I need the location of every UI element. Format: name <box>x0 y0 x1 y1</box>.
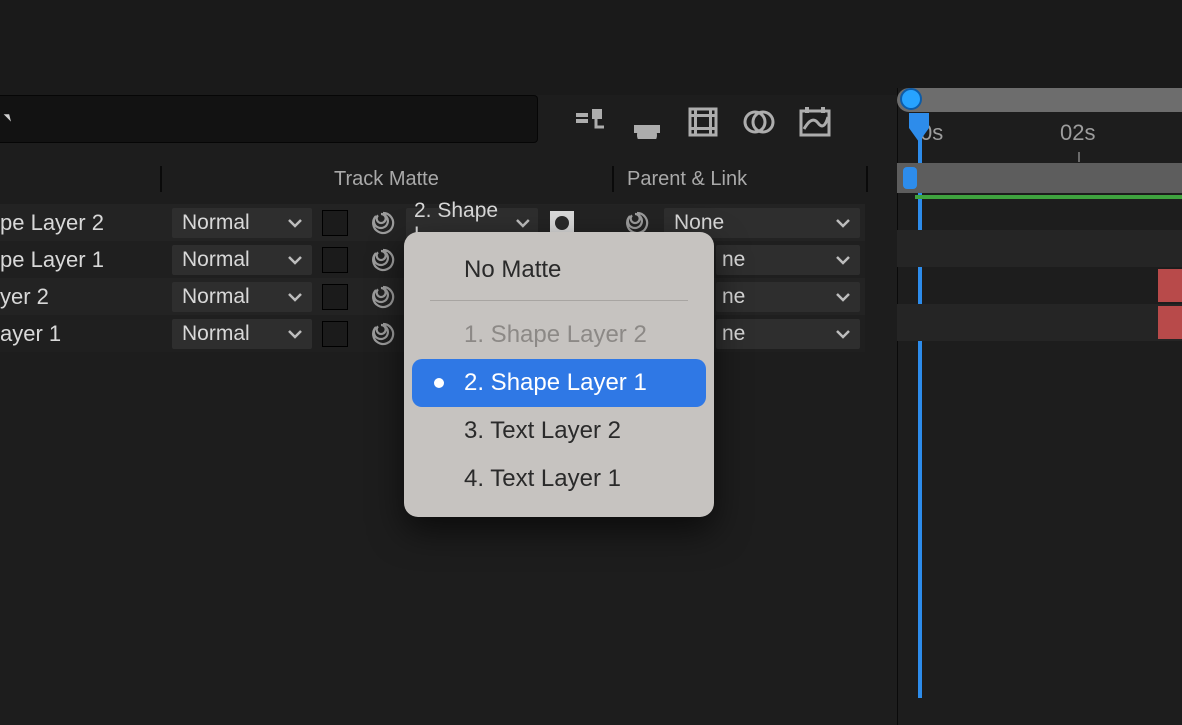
parent-value: None <box>674 211 724 235</box>
chevron-down-icon <box>834 214 852 232</box>
work-area-bar[interactable] <box>897 163 1182 193</box>
matte-option[interactable]: 4. Text Layer 1 <box>412 455 706 503</box>
column-header-trackmatte: Track Matte <box>334 168 439 191</box>
matte-toggle-box[interactable] <box>322 210 348 236</box>
blend-mode-dropdown[interactable]: Normal <box>172 208 312 238</box>
ruler-tick-label: 02s <box>1060 120 1095 146</box>
layer-bar[interactable] <box>897 304 1182 341</box>
blend-mode-value: Normal <box>182 248 250 272</box>
layer-bar[interactable] <box>897 267 1182 304</box>
parent-link-dropdown[interactable]: ne <box>716 245 860 275</box>
adjustment-icon[interactable] <box>742 105 776 139</box>
matte-option-none[interactable]: No Matte <box>412 246 706 294</box>
work-area-handle[interactable] <box>903 167 917 189</box>
matte-option-label: No Matte <box>464 256 561 284</box>
parent-value: ne <box>722 322 745 346</box>
column-header-parent: Parent & Link <box>627 168 747 191</box>
blend-mode-value: Normal <box>182 211 250 235</box>
chevron-down-icon <box>834 325 852 343</box>
matte-option-label: 3. Text Layer 2 <box>464 417 621 445</box>
work-area-bar-top[interactable] <box>897 88 1182 112</box>
frame-blend-icon[interactable] <box>630 105 664 139</box>
timeline-layer-bars <box>897 193 1182 341</box>
layer-search-input[interactable] <box>0 95 538 143</box>
matte-option-label: 4. Text Layer 1 <box>464 465 621 493</box>
blend-mode-dropdown[interactable]: Normal <box>172 319 312 349</box>
chevron-down-icon <box>286 325 304 343</box>
pickwhip-icon[interactable] <box>370 210 396 236</box>
parent-link-dropdown[interactable]: ne <box>716 319 860 349</box>
chevron-down-icon <box>286 214 304 232</box>
chevron-down-icon <box>286 288 304 306</box>
timeline-toolbar <box>574 105 832 139</box>
layer-bar[interactable] <box>897 230 1182 267</box>
column-headers: Track Matte Parent & Link <box>0 163 895 195</box>
pickwhip-icon[interactable] <box>370 247 396 273</box>
matte-option-label: 2. Shape Layer 1 <box>464 369 647 397</box>
track-matte-popup[interactable]: No Matte 1. Shape Layer 2 2. Shape Layer… <box>404 232 714 517</box>
matte-option-label: 1. Shape Layer 2 <box>464 321 647 349</box>
layer-name: pe Layer 2 <box>0 210 160 236</box>
matte-toggle-box[interactable] <box>322 247 348 273</box>
blend-mode-value: Normal <box>182 322 250 346</box>
matte-option[interactable]: 3. Text Layer 2 <box>412 407 706 455</box>
chevron-down-icon <box>514 214 532 232</box>
blend-mode-value: Normal <box>182 285 250 309</box>
layer-name: ayer 1 <box>0 321 160 347</box>
parent-value: ne <box>722 248 745 272</box>
parent-link-dropdown[interactable]: ne <box>716 282 860 312</box>
playhead-icon[interactable] <box>908 112 930 144</box>
blend-mode-dropdown[interactable]: Normal <box>172 282 312 312</box>
matte-toggle-box[interactable] <box>322 321 348 347</box>
chevron-down-icon <box>834 288 852 306</box>
work-area-start-knob[interactable] <box>900 88 922 110</box>
panel-top-strip <box>0 0 1182 95</box>
parent-value: ne <box>722 285 745 309</box>
matte-option[interactable]: 2. Shape Layer 1 <box>412 359 706 407</box>
search-chevron-icon <box>0 106 22 128</box>
layer-name: yer 2 <box>0 284 160 310</box>
shy-icon[interactable] <box>574 105 608 139</box>
chevron-down-icon <box>286 251 304 269</box>
layer-name: pe Layer 1 <box>0 247 160 273</box>
graph-editor-icon[interactable] <box>798 105 832 139</box>
pickwhip-icon[interactable] <box>370 321 396 347</box>
blend-mode-dropdown[interactable]: Normal <box>172 245 312 275</box>
motion-blur-icon[interactable] <box>686 105 720 139</box>
matte-toggle-box[interactable] <box>322 284 348 310</box>
chevron-down-icon <box>834 251 852 269</box>
matte-option: 1. Shape Layer 2 <box>412 311 706 359</box>
pickwhip-icon[interactable] <box>370 284 396 310</box>
popup-divider <box>430 300 688 301</box>
layer-bar[interactable] <box>897 193 1182 230</box>
app-root: Track Matte Parent & Link 0s 02s pe Laye… <box>0 0 1182 725</box>
ruler-tick <box>1078 152 1080 162</box>
